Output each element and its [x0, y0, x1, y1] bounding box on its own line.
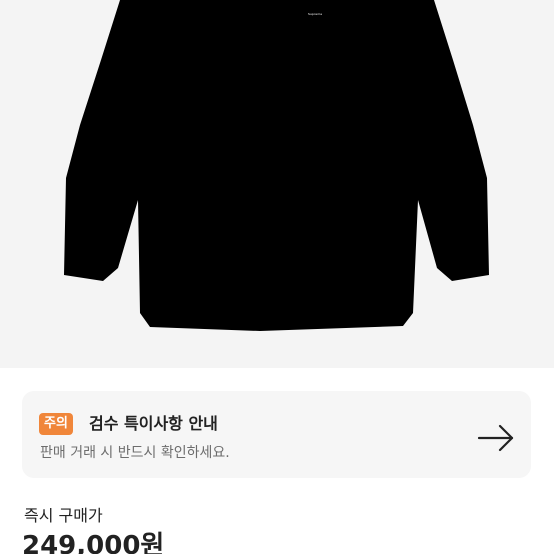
- brand-logo: Supreme: [308, 12, 323, 16]
- price-value: 249,000원: [22, 531, 165, 554]
- inspection-notice-card[interactable]: 주의 검수 특이사항 안내 판매 거래 시 반드시 확인하세요.: [22, 391, 531, 478]
- shirt-body: [64, 0, 489, 331]
- product-image[interactable]: Supreme: [0, 0, 554, 368]
- arrow-right-icon[interactable]: [474, 416, 518, 460]
- product-detail-page: Supreme 주의 검수 특이사항 안내 판매 거래 시 반드시 확인하세요.…: [0, 0, 554, 554]
- caution-badge: 주의: [39, 413, 73, 435]
- notice-title: 검수 특이사항 안내: [89, 414, 218, 433]
- notice-description: 판매 거래 시 반드시 확인하세요.: [40, 445, 230, 461]
- longsleeve-shirt-image: [64, 0, 489, 331]
- price-label: 즉시 구매가: [24, 506, 103, 525]
